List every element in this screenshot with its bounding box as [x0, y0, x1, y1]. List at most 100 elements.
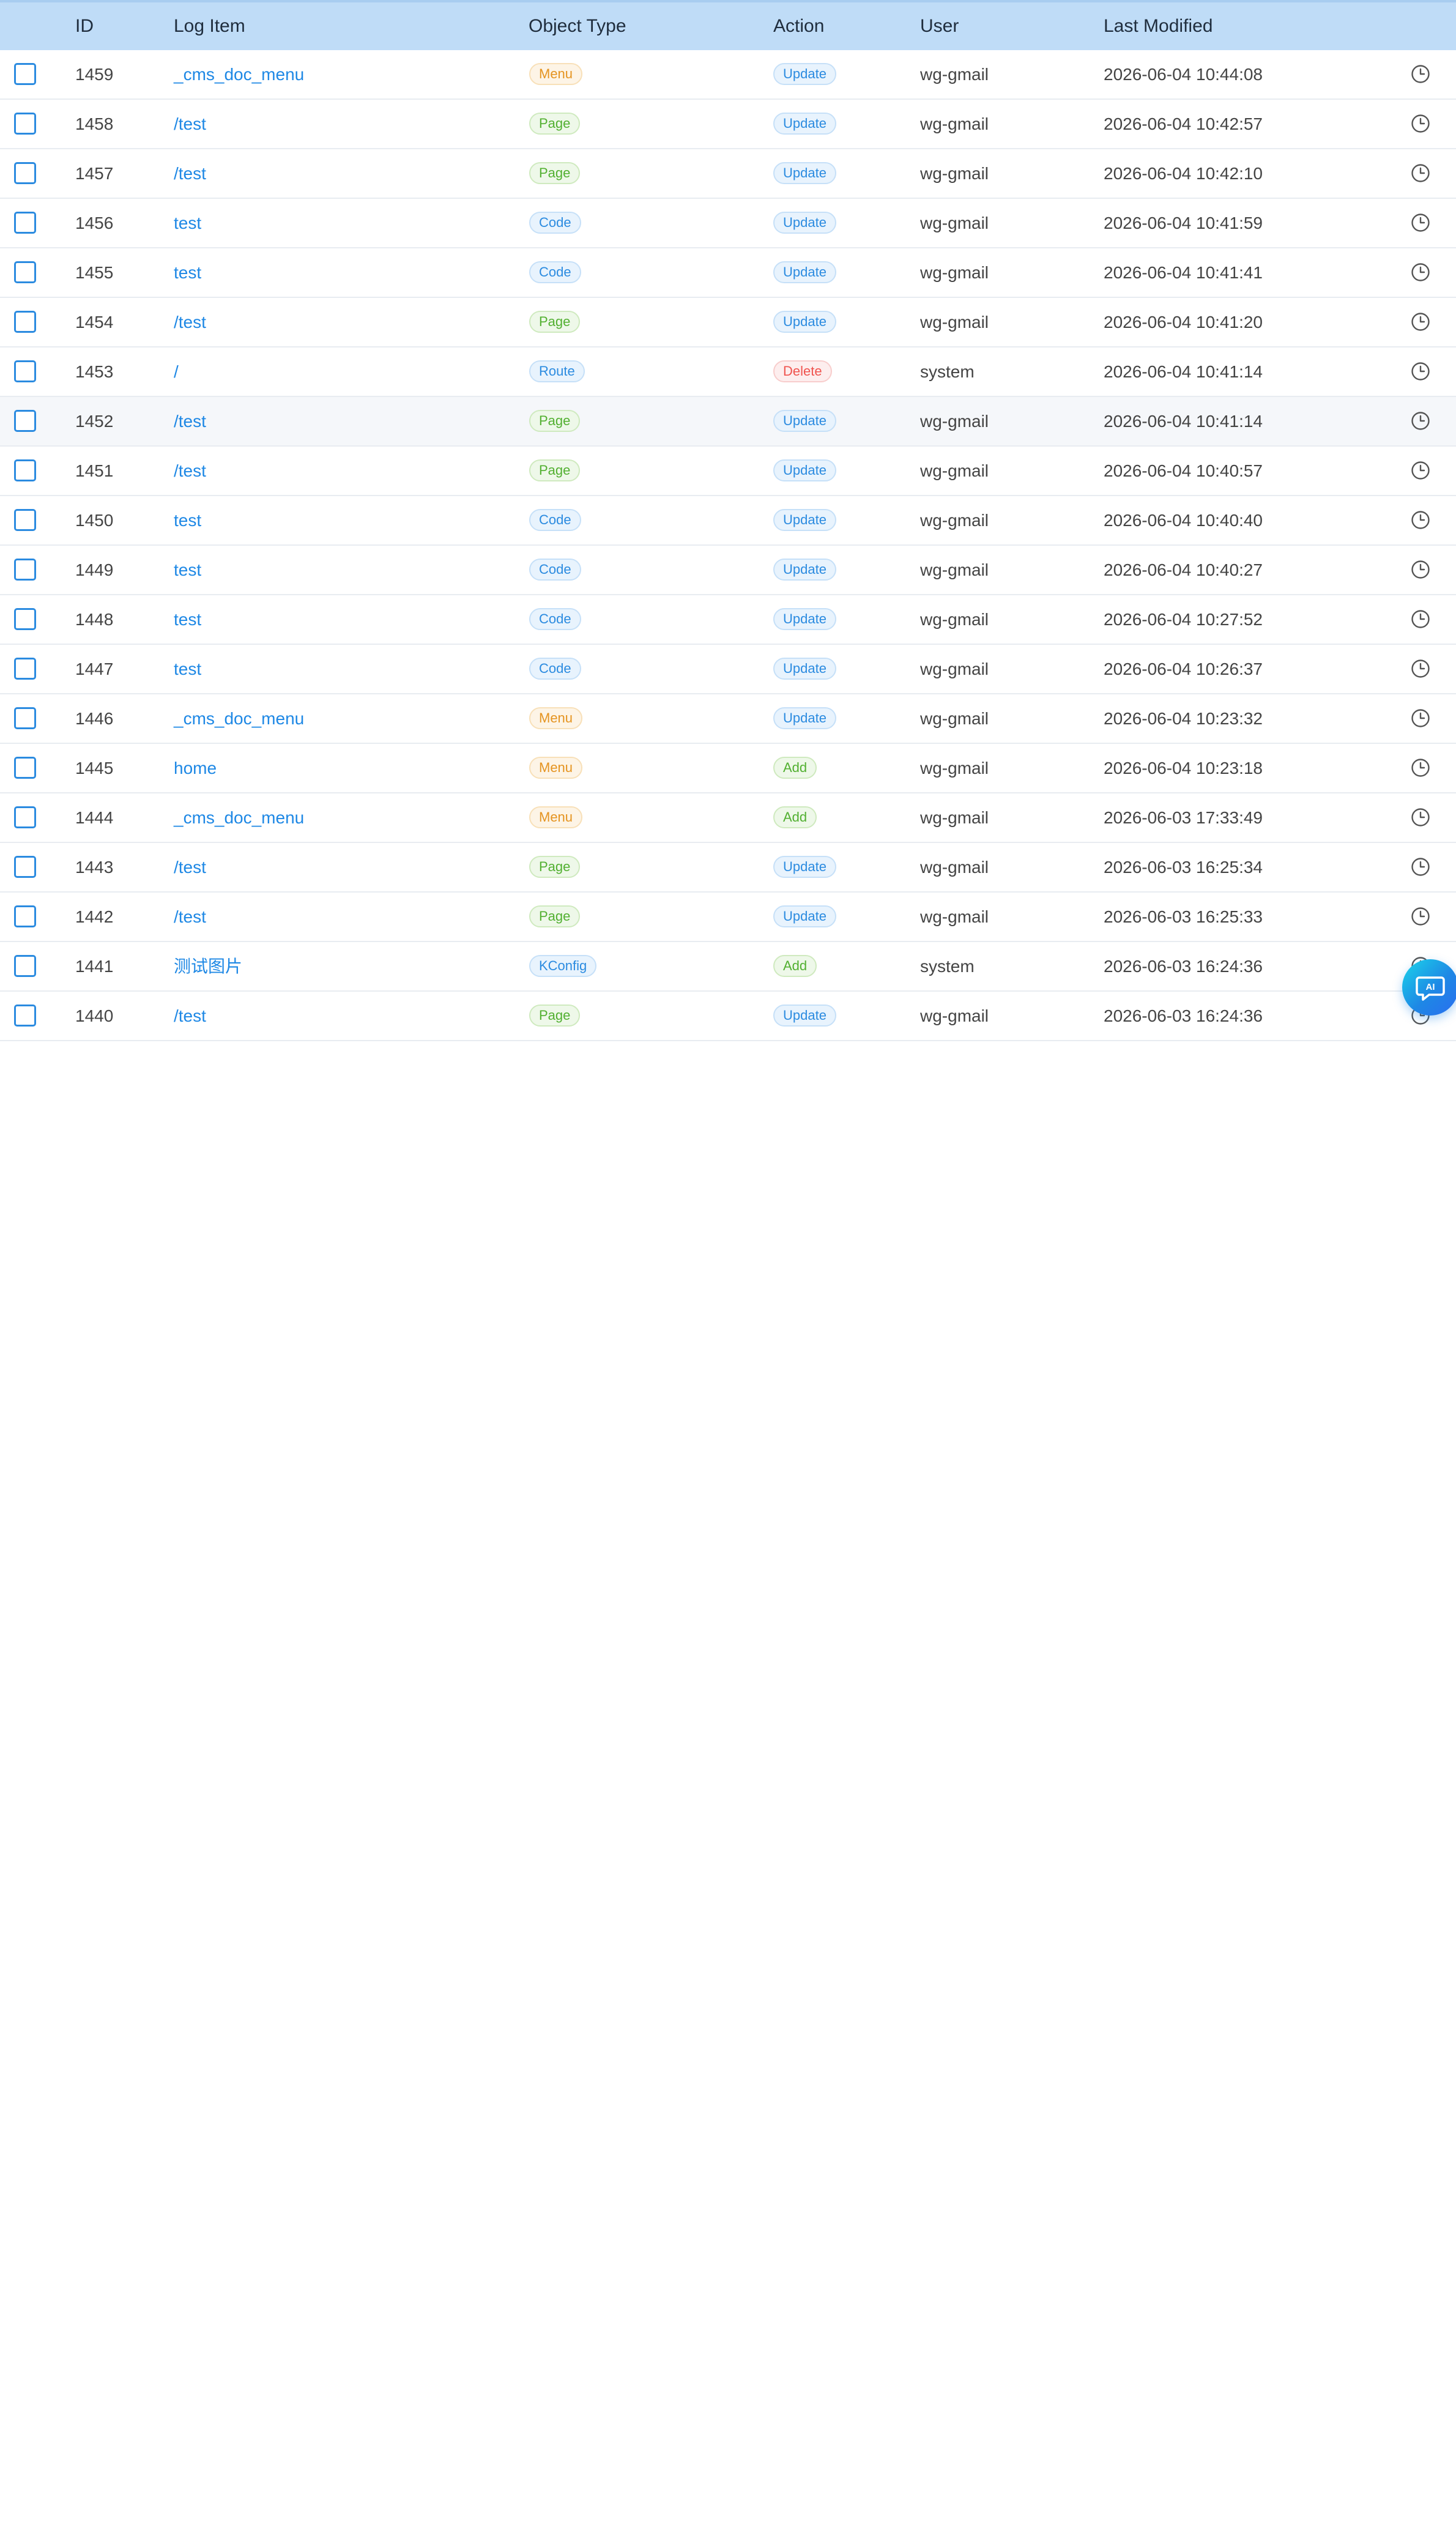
clock-icon[interactable] [1410, 460, 1431, 481]
log-item-link[interactable]: / [174, 347, 179, 396]
row-checkbox[interactable] [14, 757, 36, 779]
clock-icon[interactable] [1410, 708, 1431, 729]
log-item-link[interactable]: test [174, 199, 201, 247]
log-item-link[interactable]: /test [174, 992, 206, 1040]
log-item-link[interactable]: test [174, 645, 201, 693]
table-row[interactable]: 1452/test Page Update wg-gmail 2026-06-04 10… [0, 397, 1456, 447]
column-header-user[interactable]: User [920, 2, 959, 50]
log-item-link[interactable]: /test [174, 100, 206, 148]
table-row[interactable]: 1456 test Code Update wg-gmail 2026-06-04 10:… [0, 199, 1456, 248]
object-type-tag: Page [529, 410, 581, 432]
log-item-link[interactable]: test [174, 248, 201, 297]
log-item-link[interactable]: test [174, 496, 201, 544]
row-checkbox[interactable] [14, 459, 36, 481]
clock-icon[interactable] [1410, 64, 1431, 84]
clock-icon[interactable] [1410, 856, 1431, 877]
log-item-link[interactable]: /test [174, 298, 206, 346]
clock-icon[interactable] [1410, 212, 1431, 233]
log-item-link[interactable]: home [174, 744, 217, 792]
clock-icon[interactable] [1410, 559, 1431, 580]
row-checkbox[interactable] [14, 658, 36, 680]
table-row[interactable]: 1440/test Page Update wg-gmail 2026-06-03 16… [0, 992, 1456, 1041]
table-row[interactable]: 1442/test Page Update wg-gmail 2026-06-03 16… [0, 893, 1456, 942]
row-last-modified: 2026-06-04 10:41:14 [1104, 412, 1263, 431]
log-item-link[interactable]: /test [174, 149, 206, 198]
column-header-log-item[interactable]: Log Item [174, 2, 245, 50]
clock-icon[interactable] [1410, 658, 1431, 679]
row-last-modified: 2026-06-04 10:41:59 [1104, 214, 1263, 232]
table-row[interactable]: 1459 _cms_doc_menu Menu Update wg-gmail 2026-… [0, 50, 1456, 100]
table-row[interactable]: 1447 test Code Update wg-gmail 2026-06-04 10:… [0, 645, 1456, 694]
column-header-last-modified[interactable]: Last Modified [1104, 2, 1213, 50]
clock-icon[interactable] [1410, 311, 1431, 332]
row-user: wg-gmail [920, 164, 989, 183]
row-checkbox[interactable] [14, 707, 36, 729]
clock-icon[interactable] [1410, 361, 1431, 382]
row-checkbox[interactable] [14, 63, 36, 85]
clock-icon[interactable] [1410, 113, 1431, 134]
row-checkbox[interactable] [14, 113, 36, 135]
row-id: 1446 [75, 709, 114, 728]
log-item-link[interactable]: _cms_doc_menu [174, 50, 304, 98]
row-checkbox[interactable] [14, 360, 36, 382]
row-checkbox[interactable] [14, 608, 36, 630]
table-row[interactable]: 1453 / Route Delete system 2026-06-04 10:41:1… [0, 347, 1456, 397]
row-checkbox[interactable] [14, 1005, 36, 1027]
table-row[interactable]: 1451/test Page Update wg-gmail 2026-06-04 10… [0, 447, 1456, 496]
column-header-action[interactable]: Action [773, 2, 824, 50]
table-row[interactable]: 1458/test Page Update wg-gmail 2026-06-04 10… [0, 100, 1456, 149]
clock-icon[interactable] [1410, 510, 1431, 530]
table-row[interactable]: 1454/test Page Update wg-gmail 2026-06-04 10… [0, 298, 1456, 347]
action-tag: Update [773, 1005, 836, 1027]
table-row[interactable]: 1455 test Code Update wg-gmail 2026-06-04 10:… [0, 248, 1456, 298]
log-item-link[interactable]: test [174, 595, 201, 644]
log-item-link[interactable]: /test [174, 893, 206, 941]
row-checkbox[interactable] [14, 212, 36, 234]
row-last-modified: 2026-06-04 10:44:08 [1104, 65, 1263, 84]
clock-icon[interactable] [1410, 609, 1431, 629]
column-header-id[interactable]: ID [75, 2, 94, 50]
row-id: 1448 [75, 610, 114, 629]
table-row[interactable]: 1443/test Page Update wg-gmail 2026-06-03 16… [0, 843, 1456, 893]
row-checkbox[interactable] [14, 311, 36, 333]
table-row[interactable]: 1450 test Code Update wg-gmail 2026-06-04 10:… [0, 496, 1456, 546]
log-item-link[interactable]: /test [174, 397, 206, 445]
clock-icon[interactable] [1410, 807, 1431, 828]
row-checkbox[interactable] [14, 509, 36, 531]
table-row[interactable]: 1446 _cms_doc_menu Menu Update wg-gmail 2026-… [0, 694, 1456, 744]
object-type-tag: Code [529, 658, 581, 680]
object-type-tag: Menu [529, 707, 583, 729]
row-checkbox[interactable] [14, 856, 36, 878]
table-row[interactable]: 1444 _cms_doc_menu Menu Add wg-gmail 2026-06-… [0, 793, 1456, 843]
table-row[interactable]: 1448 test Code Update wg-gmail 2026-06-04 10:… [0, 595, 1456, 645]
table-row[interactable]: 1457/test Page Update wg-gmail 2026-06-04 10… [0, 149, 1456, 199]
clock-icon[interactable] [1410, 262, 1431, 283]
table-row[interactable]: 1449 test Code Update wg-gmail 2026-06-04 10:… [0, 546, 1456, 595]
log-item-link[interactable]: _cms_doc_menu [174, 694, 304, 743]
row-user: wg-gmail [920, 610, 989, 629]
row-id: 1455 [75, 263, 114, 282]
row-checkbox[interactable] [14, 559, 36, 581]
table-row[interactable]: 1441 测试图片 KConfig Add system 2026-06-03 16:24… [0, 942, 1456, 992]
clock-icon[interactable] [1410, 757, 1431, 778]
row-last-modified: 2026-06-03 17:33:49 [1104, 808, 1263, 827]
clock-icon[interactable] [1410, 410, 1431, 431]
row-checkbox[interactable] [14, 955, 36, 977]
log-item-link[interactable]: /test [174, 843, 206, 891]
log-item-link[interactable]: test [174, 546, 201, 594]
log-item-link[interactable]: _cms_doc_menu [174, 793, 304, 842]
clock-icon[interactable] [1410, 906, 1431, 927]
row-user: wg-gmail [920, 560, 989, 579]
clock-icon[interactable] [1410, 163, 1431, 184]
column-header-object-type[interactable]: Object Type [529, 2, 626, 50]
row-checkbox[interactable] [14, 261, 36, 283]
log-item-link[interactable]: 测试图片 [174, 942, 242, 990]
row-checkbox[interactable] [14, 806, 36, 828]
ai-assistant-button[interactable]: AI [1402, 959, 1456, 1016]
table-row[interactable]: 1445 home Menu Add wg-gmail 2026-06-04 10:23:… [0, 744, 1456, 793]
row-checkbox[interactable] [14, 905, 36, 927]
row-checkbox[interactable] [14, 410, 36, 432]
row-checkbox[interactable] [14, 162, 36, 184]
row-last-modified: 2026-06-04 10:27:52 [1104, 610, 1263, 629]
log-item-link[interactable]: /test [174, 447, 206, 495]
